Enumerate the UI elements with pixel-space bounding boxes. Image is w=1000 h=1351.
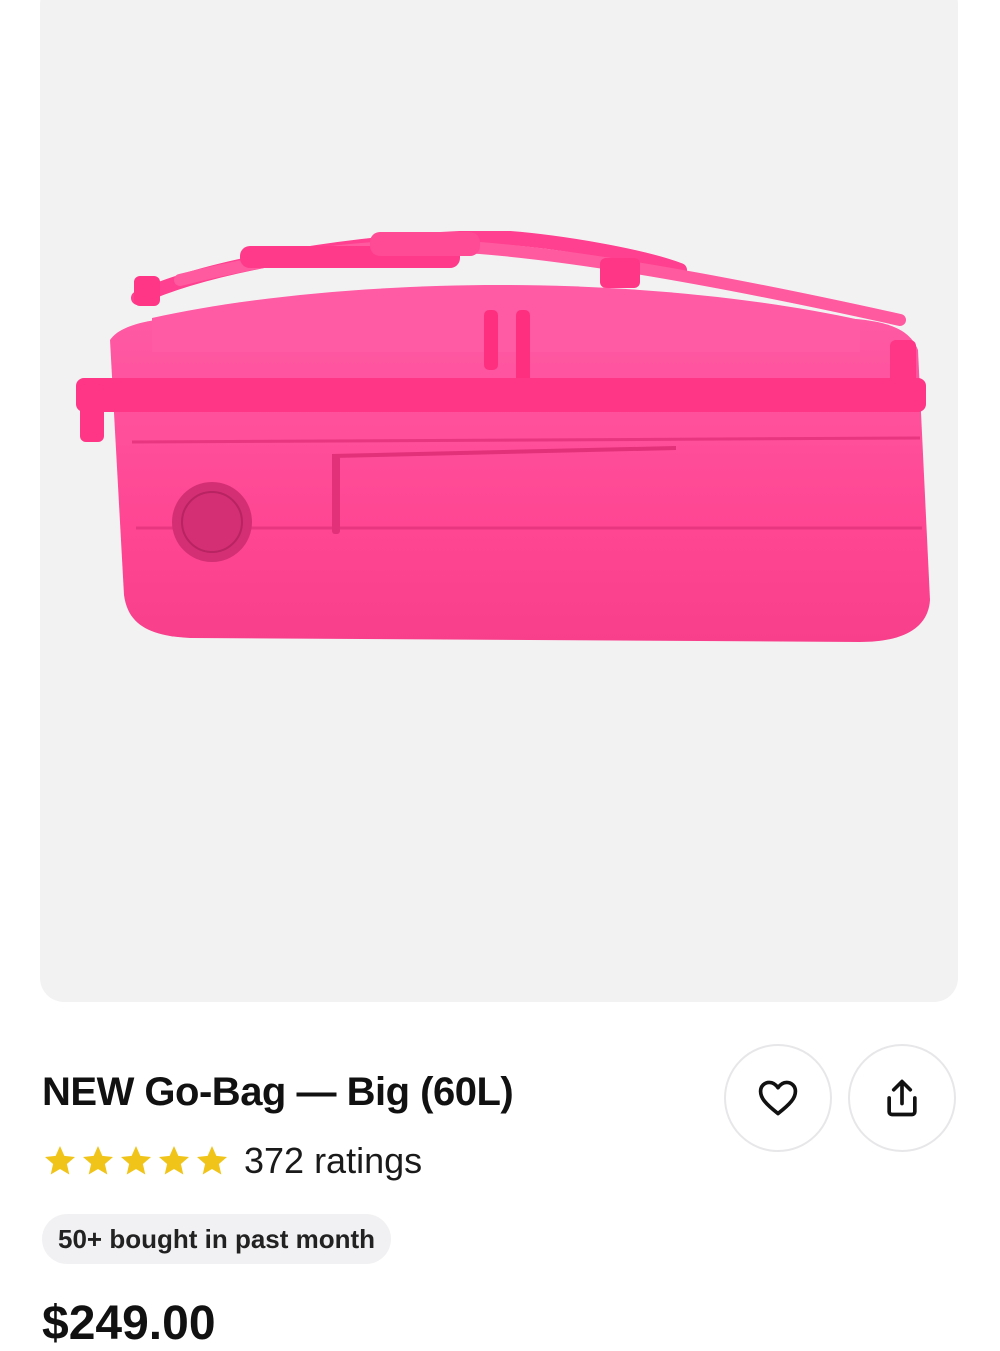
product-title: NEW Go-Bag — Big (60L) (42, 1070, 514, 1114)
favorite-button[interactable] (724, 1044, 832, 1152)
star-icon (121, 1146, 151, 1175)
rating-row[interactable]: 372 ratings (42, 1140, 422, 1182)
purchase-badge: 50+ bought in past month (42, 1214, 392, 1264)
product-image[interactable] (40, 0, 958, 1002)
star-icon (197, 1146, 227, 1175)
star-icon (83, 1146, 113, 1175)
heart-icon (758, 1080, 798, 1116)
share-icon (887, 1079, 917, 1117)
pink-duffel-bag-illustration (76, 231, 930, 642)
price: $249.00 (42, 1297, 216, 1350)
star-rating (42, 1143, 230, 1179)
share-button[interactable] (848, 1044, 956, 1152)
star-icon (45, 1146, 75, 1175)
star-icon (159, 1146, 189, 1175)
ratings-count[interactable]: 372 ratings (244, 1140, 422, 1182)
